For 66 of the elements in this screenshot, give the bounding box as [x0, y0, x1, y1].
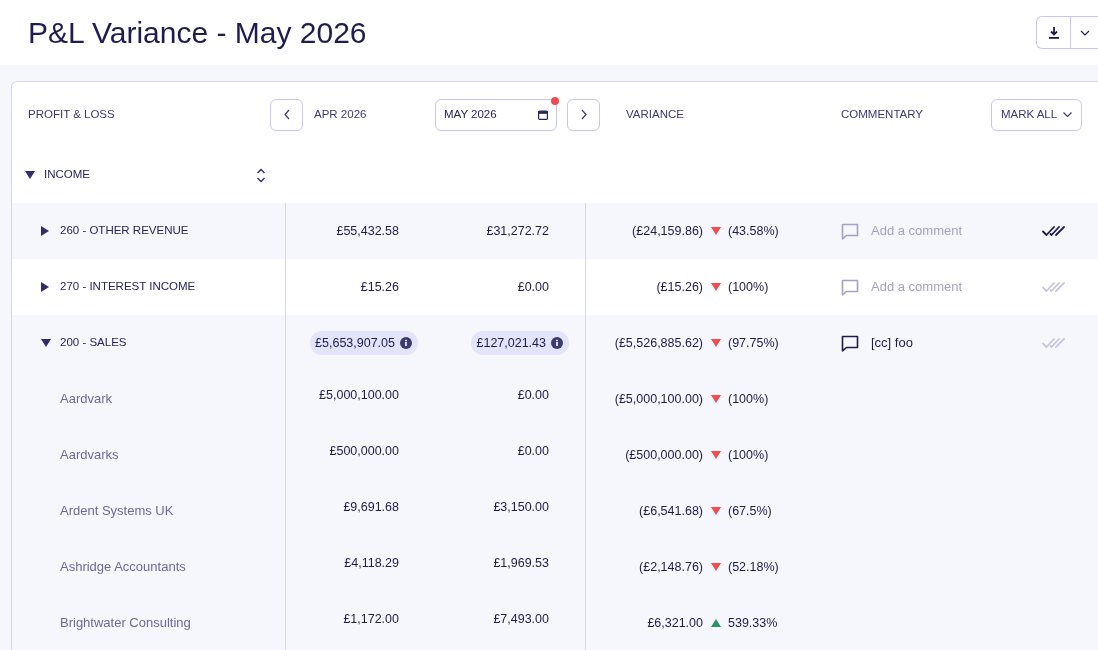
variance-amount: (£6,541.68): [639, 502, 703, 520]
variance-amount: (£5,000,100.00): [614, 390, 703, 408]
contact-name: Aardvark: [60, 390, 113, 409]
contact-name: Brightwater Consulting: [60, 614, 191, 633]
double-check-icon[interactable]: [1042, 281, 1066, 293]
amount-value: £9,691.68: [343, 498, 399, 516]
caret-right-icon[interactable]: [41, 282, 49, 292]
variance-percent: (67.5%): [728, 502, 772, 520]
calendar-icon[interactable]: [538, 109, 548, 120]
page-title: P&L Variance - May 2026: [28, 17, 367, 48]
comment-text[interactable]: [cc] foo: [871, 333, 913, 353]
sort-icon[interactable]: [256, 167, 266, 183]
caret-down-icon[interactable]: [25, 171, 35, 179]
account-name[interactable]: 260 - OTHER REVENUE: [60, 222, 189, 240]
amount-value: £31,272.72: [486, 222, 549, 240]
amount-value: £5,000,100.00: [319, 386, 399, 404]
variance-heading: VARIANCE: [626, 107, 684, 120]
variance-percent: (43.58%): [728, 222, 779, 240]
amount-value: £500,000.00: [329, 442, 399, 460]
amount-value: £1,969.53: [493, 554, 549, 572]
chevron-down-icon: [1079, 29, 1090, 36]
double-check-icon[interactable]: [1042, 225, 1066, 237]
amount-value: £1,172.00: [343, 610, 399, 628]
caret-down-icon[interactable]: [41, 339, 51, 347]
amount-value: £0.00: [517, 278, 549, 296]
caret-right-icon[interactable]: [41, 226, 49, 236]
amount-value: £0.00: [517, 442, 549, 460]
variance-amount: (£500,000.00): [625, 446, 703, 464]
amount-value: £0.00: [517, 386, 549, 404]
amount-value: £7,493.00: [493, 610, 549, 628]
variance-amount: (£24,159.86): [632, 222, 703, 240]
variance-amount: (£2,148.76): [639, 558, 703, 576]
chevron-down-icon: [1063, 112, 1073, 117]
amount-value: £15.26: [360, 278, 399, 296]
amount-value: £4,118.29: [344, 554, 399, 572]
section-title[interactable]: INCOME: [44, 166, 90, 184]
variance-percent: (100%): [728, 390, 769, 408]
commentary-heading: COMMENTARY: [841, 107, 923, 120]
amount-value: £3,150.00: [493, 498, 549, 516]
variance-percent: (52.18%): [728, 558, 779, 576]
contact-name: Ardent Systems UK: [60, 502, 174, 521]
section-heading: PROFIT & LOSS: [28, 107, 115, 120]
account-name[interactable]: 270 - INTEREST INCOME: [60, 278, 196, 296]
amount-pill[interactable]: £5,653,907.05: [310, 331, 418, 355]
variance-percent: (100%): [728, 278, 769, 296]
variance-percent: 539.33%: [728, 614, 778, 632]
contact-name: Aardvarks: [60, 446, 119, 465]
variance-amount: (£15.26): [656, 278, 703, 296]
previous-period-label: APR 2026: [314, 107, 367, 120]
chevron-left-icon: [283, 109, 290, 120]
mark-all-button[interactable]: MARK ALL: [991, 98, 1082, 131]
variance-amount: (£5,526,885.62): [614, 334, 703, 352]
date-field[interactable]: MAY 2026: [435, 98, 557, 131]
amount-pill[interactable]: £127,021.43: [471, 331, 569, 355]
info-icon[interactable]: [551, 337, 563, 349]
double-check-icon[interactable]: [1042, 337, 1066, 349]
info-icon[interactable]: [400, 337, 412, 349]
contact-name: Ashridge Accountants: [60, 558, 186, 577]
chevron-right-icon: [580, 109, 587, 120]
comment-icon[interactable]: [841, 334, 859, 352]
variance-percent: (100%): [728, 446, 769, 464]
download-icon: [1048, 26, 1059, 39]
account-name[interactable]: 200 - SALES: [60, 334, 127, 352]
variance-amount: £6,321.00: [647, 614, 703, 632]
amount-value: £55,432.58: [336, 222, 399, 240]
variance-percent: (97.75%): [728, 334, 779, 352]
